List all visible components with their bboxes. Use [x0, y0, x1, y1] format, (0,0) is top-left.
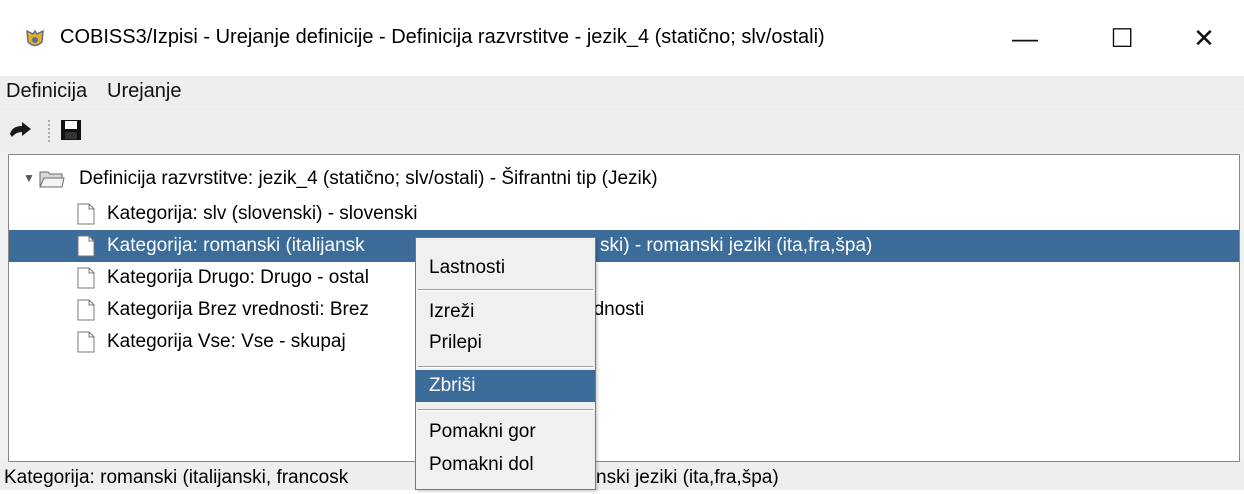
save-disk-icon[interactable]	[58, 118, 84, 142]
minimize-button[interactable]: —	[985, 0, 1065, 76]
context-menu: Lastnosti Izreži Prilepi Zbriši Pomakni …	[415, 237, 596, 490]
tree-item-label: Kategorija: slv (slovenski) - slovenski	[107, 203, 418, 224]
document-icon	[77, 267, 95, 289]
app-window: COBISS3/Izpisi - Urejanje definicije - D…	[0, 0, 1244, 490]
menu-urejanje[interactable]: Urejanje	[107, 80, 181, 103]
folder-open-icon	[39, 171, 65, 188]
title-bar: COBISS3/Izpisi - Urejanje definicije - D…	[0, 0, 1244, 76]
menu-item-izrezi[interactable]: Izreži	[416, 296, 595, 328]
tree-root-row[interactable]: ▼ Definicija razvrstitve: jezik_4 (stati…	[9, 163, 1239, 195]
status-text: Kategorija: romanski (italijanski, franc…	[4, 467, 349, 488]
maximize-button[interactable]: ☐	[1082, 0, 1162, 76]
document-icon	[77, 299, 95, 321]
tree-item-label: Kategorija: romanski (italijansk	[107, 235, 365, 256]
menu-item-lastnosti[interactable]: Lastnosti	[416, 252, 595, 284]
window-title: COBISS3/Izpisi - Urejanje definicije - D…	[60, 26, 825, 48]
menu-bar: Definicija Urejanje	[0, 76, 1244, 106]
menu-separator	[418, 366, 593, 368]
document-icon	[77, 331, 95, 353]
document-icon	[77, 203, 95, 225]
tree-root-label: Definicija razvrstitve: jezik_4 (statičn…	[79, 168, 658, 189]
tree-item[interactable]: Kategorija Drugo: Drugo - ostal	[77, 262, 369, 294]
tree-item-label: Kategorija Drugo: Drugo - ostal	[107, 267, 369, 288]
cobiss-app-icon	[26, 29, 44, 47]
menu-item-pomakni-dol[interactable]: Pomakni dol	[416, 449, 595, 481]
menu-item-pomakni-gor[interactable]: Pomakni gor	[416, 416, 595, 448]
document-icon	[77, 235, 95, 257]
menu-item-prilepi[interactable]: Prilepi	[416, 327, 595, 359]
tree-item-label-tail: ski) - romanski jeziki (ita,fra,špa)	[600, 235, 873, 256]
tree-item-label: Kategorija Vse: Vse - skupaj	[107, 331, 346, 352]
tree-view[interactable]: ▼ Definicija razvrstitve: jezik_4 (stati…	[8, 154, 1240, 462]
close-button[interactable]: ✕	[1164, 0, 1244, 76]
menu-definicija[interactable]: Definicija	[6, 80, 87, 103]
menu-separator	[418, 289, 593, 291]
toolbar-separator	[48, 120, 50, 142]
tree-item[interactable]: Kategorija: slv (slovenski) - slovenski	[77, 198, 417, 230]
tree-item[interactable]: Kategorija Vse: Vse - skupaj	[77, 326, 346, 358]
status-text-tail: nski jeziki (ita,fra,špa)	[596, 467, 779, 488]
tree-item-label: Kategorija Brez vrednosti: Brez	[107, 299, 369, 320]
menu-item-zbrisi[interactable]: Zbriši	[416, 370, 595, 402]
menu-separator	[418, 409, 593, 411]
tree-item-selected[interactable]: Kategorija: romanski (italijansk ski) - …	[9, 230, 1239, 262]
back-arrow-icon[interactable]	[8, 118, 34, 142]
expand-toggle-icon[interactable]: ▼	[23, 171, 35, 185]
status-bar: Kategorija: romanski (italijanski, franc…	[0, 462, 1244, 490]
toolbar	[0, 108, 1244, 152]
